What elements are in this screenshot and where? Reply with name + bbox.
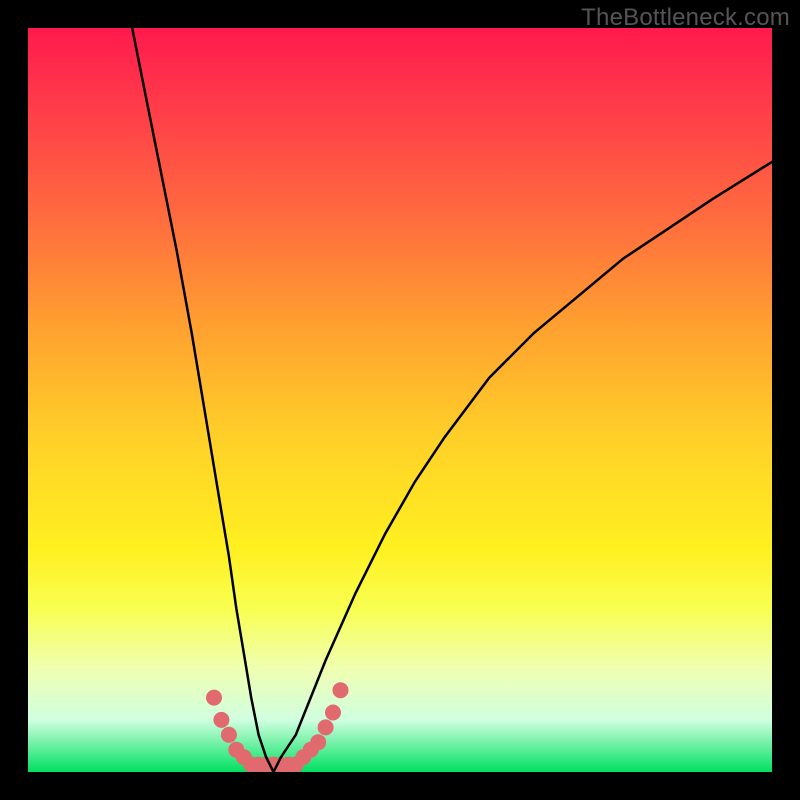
marker-dot: [333, 682, 349, 698]
watermark-text: TheBottleneck.com: [581, 4, 790, 32]
marker-dot: [318, 719, 334, 735]
marker-dot: [221, 727, 237, 743]
chart-frame: TheBottleneck.com: [0, 0, 800, 800]
marker-dot: [325, 705, 341, 721]
bottom-markers: [206, 682, 349, 772]
marker-dot: [310, 734, 326, 750]
right-branch: [274, 162, 773, 772]
plot-area: [28, 28, 772, 772]
marker-dot: [206, 690, 222, 706]
left-branch: [132, 28, 273, 772]
marker-dot: [213, 712, 229, 728]
curve-layer: [28, 28, 772, 772]
